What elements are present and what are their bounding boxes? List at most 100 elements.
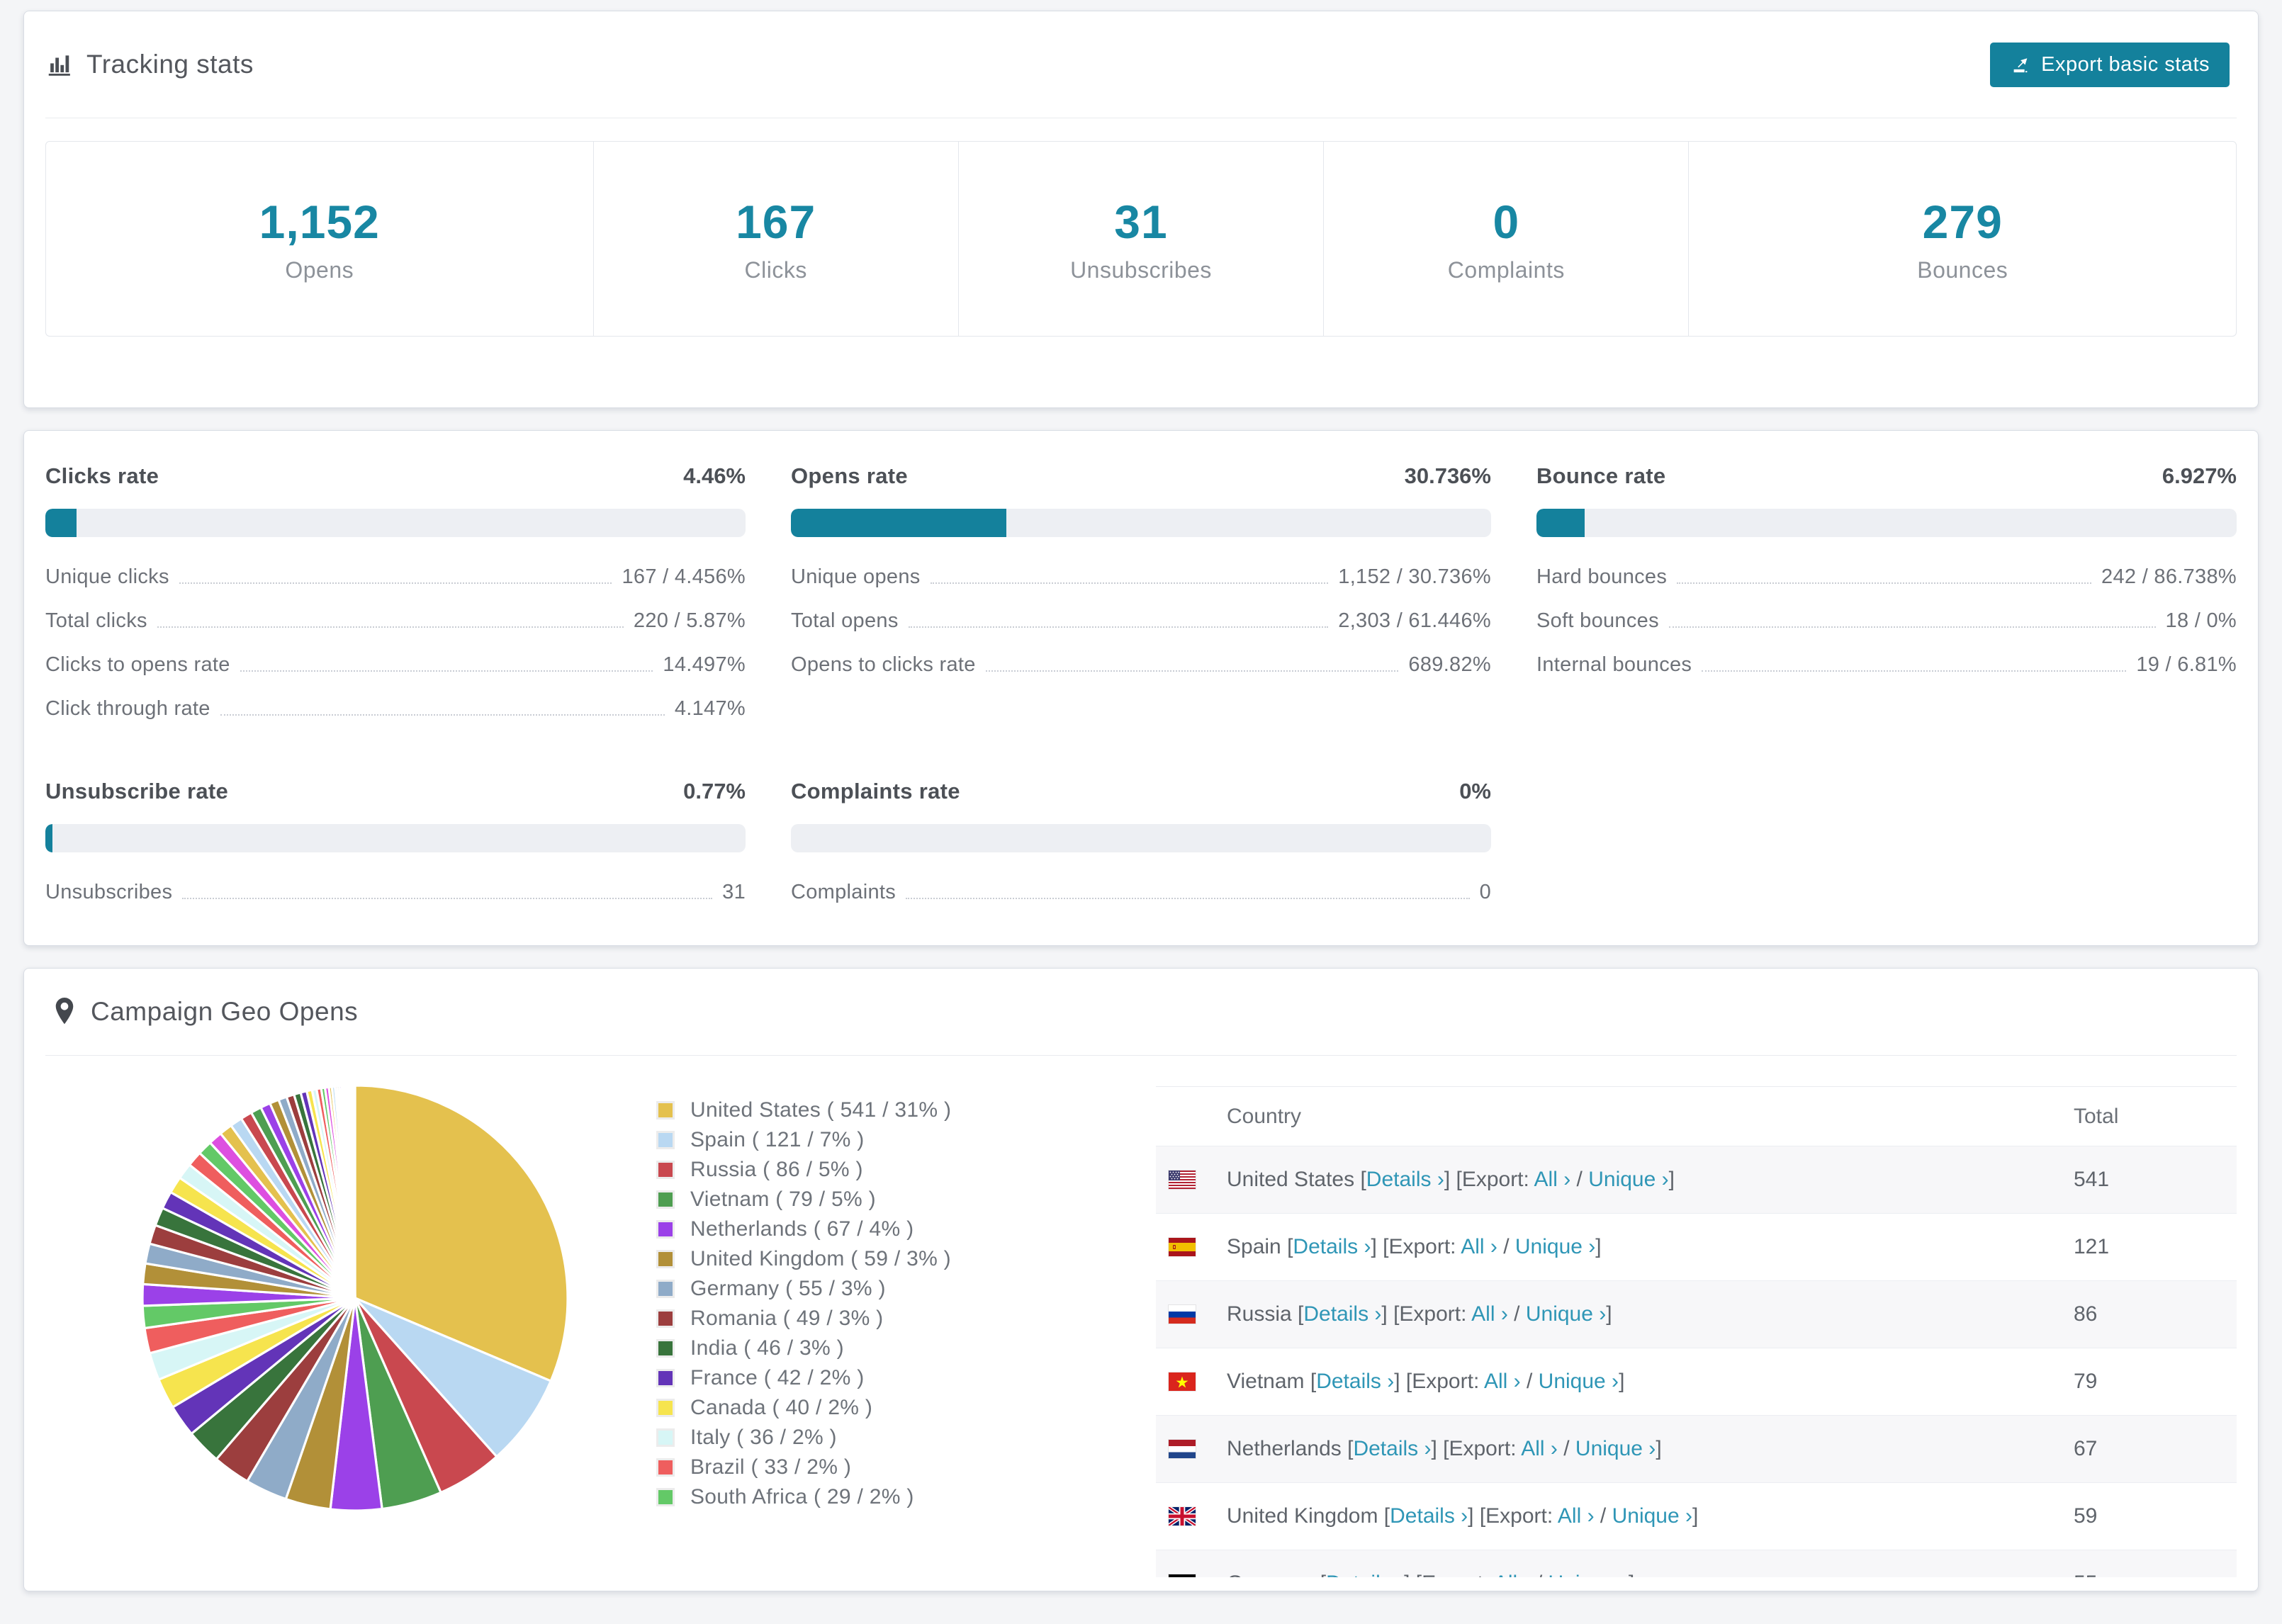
dotted-leader	[220, 714, 665, 716]
country-name: Vietnam	[1227, 1370, 1310, 1393]
details-link[interactable]: Details ›	[1390, 1504, 1468, 1528]
rate-detail-row: Unique clicks 167 / 4.456%	[45, 565, 746, 589]
legend-label: United Kingdom ( 59 / 3% )	[690, 1247, 951, 1270]
legend-item: United States ( 541 / 31% )	[656, 1095, 1110, 1125]
stat-label: Opens	[285, 256, 354, 283]
geo-table: Country Total United States [Details ›] …	[1156, 1086, 2237, 1577]
country-total: 86	[2074, 1302, 2098, 1326]
rate-title: Complaints rate	[791, 779, 960, 803]
rate-detail-value: 18 / 0%	[2165, 609, 2237, 632]
rate-detail-value: 242 / 86.738%	[2101, 565, 2237, 588]
legend-item: India ( 46 / 3% )	[656, 1333, 1110, 1363]
rate-detail-label: Clicks to opens rate	[45, 653, 230, 676]
dotted-leader	[1677, 582, 2092, 584]
details-link[interactable]: Details ›	[1316, 1370, 1394, 1393]
country-name: Spain	[1227, 1235, 1288, 1258]
rate-rows: Unique clicks 167 / 4.456% Total clicks …	[45, 565, 746, 721]
tracking-stats-card: Tracking stats Export basic stats 1,152 …	[23, 11, 2259, 408]
legend-item: Germany ( 55 / 3% )	[656, 1274, 1110, 1304]
rate-progress-bar	[45, 824, 746, 852]
rate-progress-fill	[45, 824, 52, 852]
flag-ru-icon	[1169, 1305, 1205, 1324]
export-unique-link[interactable]: Unique ›	[1539, 1370, 1619, 1393]
rate-value: 0.77%	[683, 779, 746, 803]
legend-swatch	[656, 1190, 675, 1209]
details-link[interactable]: Details ›	[1353, 1437, 1431, 1460]
country-cell: United Kingdom [Details ›] [Export: All …	[1227, 1504, 1699, 1528]
legend-swatch	[656, 1309, 675, 1328]
legend-item: France ( 42 / 2% )	[656, 1363, 1110, 1393]
rate-detail-value: 1,152 / 30.736%	[1338, 565, 1491, 588]
rate-detail-label: Total clicks	[45, 609, 147, 632]
legend-label: Vietnam ( 79 / 5% )	[690, 1188, 876, 1211]
geo-table-clip: Country Total United States [Details ›] …	[1156, 1086, 2237, 1577]
export-all-link[interactable]: All ›	[1484, 1370, 1521, 1393]
details-link[interactable]: Details ›	[1326, 1572, 1404, 1577]
legend-item: Russia ( 86 / 5% )	[656, 1155, 1110, 1185]
export-all-link[interactable]: All ›	[1534, 1168, 1571, 1191]
geo-table-body: United States [Details ›] [Export: All ›…	[1156, 1146, 2237, 1577]
page-title: Tracking stats	[86, 50, 254, 79]
geo-table-row: Russia [Details ›] [Export: All › / Uniq…	[1156, 1281, 2237, 1348]
legend-label: United States ( 541 / 31% )	[690, 1098, 952, 1122]
export-all-link[interactable]: All ›	[1521, 1437, 1558, 1460]
geo-opens-header: Campaign Geo Opens	[45, 969, 2237, 1055]
dotted-leader	[906, 898, 1470, 899]
export-all-link[interactable]: All ›	[1558, 1504, 1595, 1528]
export-all-link[interactable]: All ›	[1471, 1302, 1508, 1326]
details-link[interactable]: Details ›	[1366, 1168, 1444, 1191]
rate-block: Bounce rate 6.927% Hard bounces 242 / 86…	[1536, 463, 2237, 721]
export-unique-link[interactable]: Unique ›	[1588, 1168, 1668, 1191]
export-basic-stats-button[interactable]: Export basic stats	[1990, 42, 2230, 87]
legend-swatch	[656, 1428, 675, 1447]
export-unique-link[interactable]: Unique ›	[1515, 1235, 1595, 1258]
country-total: 121	[2074, 1235, 2110, 1258]
dotted-leader	[157, 626, 624, 628]
stat-value: 167	[736, 195, 816, 248]
rate-value: 6.927%	[2162, 463, 2237, 488]
export-unique-link[interactable]: Unique ›	[1575, 1437, 1656, 1460]
country-name: Germany	[1227, 1572, 1320, 1577]
export-unique-link[interactable]: Unique ›	[1612, 1504, 1692, 1528]
dotted-leader	[930, 582, 1329, 584]
rate-detail-label: Unsubscribes	[45, 881, 173, 903]
dotted-leader	[1702, 670, 2127, 672]
details-link[interactable]: Details ›	[1293, 1235, 1371, 1258]
legend-swatch	[656, 1399, 675, 1417]
country-name: United Kingdom	[1227, 1504, 1384, 1528]
legend-item: Brazil ( 33 / 2% )	[656, 1453, 1110, 1482]
legend-label: India ( 46 / 3% )	[690, 1336, 844, 1360]
rate-detail-label: Unique clicks	[45, 565, 169, 588]
legend-swatch	[656, 1161, 675, 1179]
rate-progress-fill	[791, 509, 1006, 537]
rate-head: Complaints rate 0%	[791, 779, 1491, 804]
rate-progress-bar	[1536, 509, 2237, 537]
flag-nl-icon	[1169, 1440, 1205, 1458]
legend-item: Netherlands ( 67 / 4% )	[656, 1214, 1110, 1244]
stat-box: 1,152 Opens	[46, 142, 593, 336]
export-all-link[interactable]: All ›	[1461, 1235, 1497, 1258]
export-all-link[interactable]: All ›	[1494, 1572, 1531, 1577]
rate-head: Opens rate 30.736%	[791, 463, 1491, 489]
legend-item: United Kingdom ( 59 / 3% )	[656, 1244, 1110, 1274]
stat-value: 1,152	[259, 195, 380, 248]
stat-value: 279	[1922, 195, 2003, 248]
flag-us-icon	[1169, 1171, 1205, 1189]
export-unique-link[interactable]: Unique ›	[1548, 1572, 1629, 1577]
legend-swatch	[656, 1101, 675, 1120]
export-icon	[2010, 54, 2031, 75]
legend-swatch	[656, 1458, 675, 1477]
rate-block: Opens rate 30.736% Unique opens 1,152 / …	[791, 463, 1491, 721]
legend-swatch	[656, 1131, 675, 1149]
rate-detail-row: Hard bounces 242 / 86.738%	[1536, 565, 2237, 589]
details-link[interactable]: Details ›	[1303, 1302, 1381, 1326]
rate-detail-label: Click through rate	[45, 697, 210, 720]
dotted-leader	[179, 582, 612, 584]
legend-label: Spain ( 121 / 7% )	[690, 1128, 865, 1151]
dotted-leader	[240, 670, 653, 672]
rate-detail-row: Unique opens 1,152 / 30.736%	[791, 565, 1491, 589]
rate-title: Opens rate	[791, 463, 908, 488]
export-unique-link[interactable]: Unique ›	[1526, 1302, 1606, 1326]
pie-legend: United States ( 541 / 31% ) Spain ( 121 …	[656, 1056, 1110, 1512]
flag-gb-icon	[1169, 1507, 1205, 1526]
